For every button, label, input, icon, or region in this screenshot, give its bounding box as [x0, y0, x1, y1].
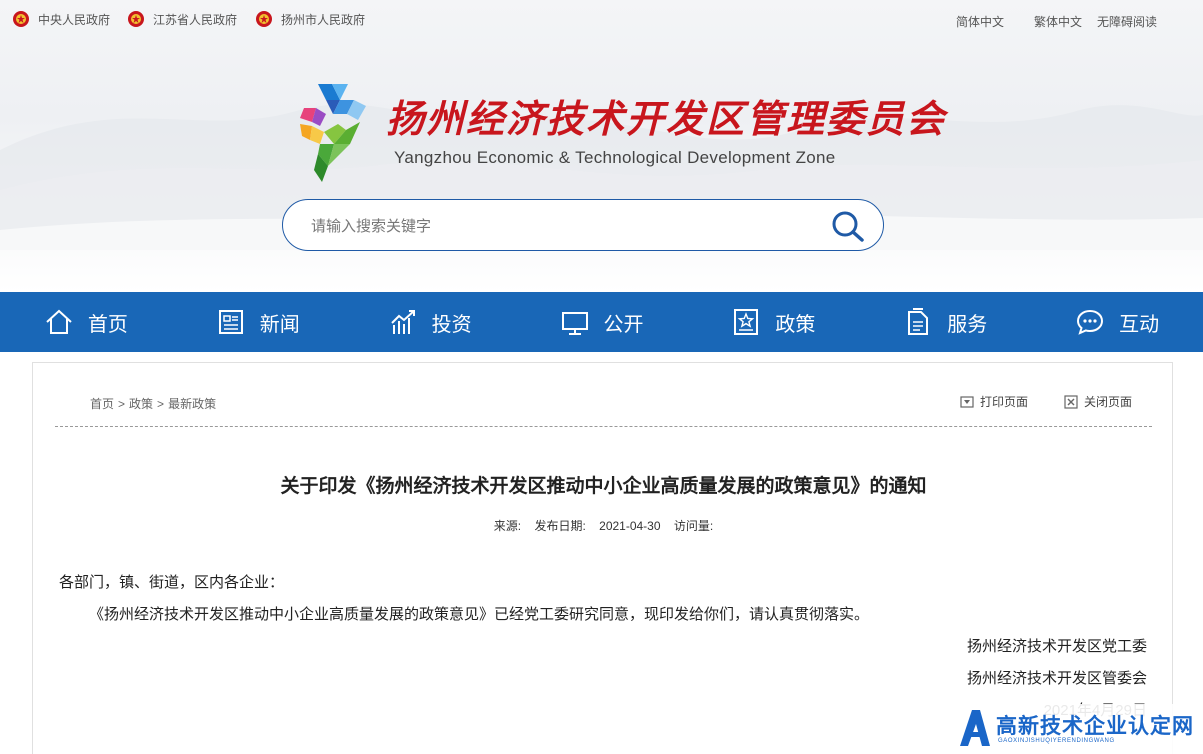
accessible-reading[interactable]: 无障碍阅读	[1097, 13, 1157, 30]
nav-item-news[interactable]: 新闻	[172, 292, 344, 352]
nav-item-interaction[interactable]: 互动	[1031, 292, 1203, 352]
article-title: 关于印发《扬州经济技术开发区推动中小企业高质量发展的政策意见》的通知	[280, 476, 927, 497]
breadcrumb-home[interactable]: 首页	[90, 397, 114, 411]
logo-chinese-name: 扬州经济技术开发区管理委员会	[386, 96, 947, 141]
breadcrumb-latest-policy[interactable]: 最新政策	[168, 397, 216, 411]
nav-label: 政策	[775, 313, 816, 336]
close-page-label: 关闭页面	[1083, 395, 1132, 409]
views-label: 访问量:	[673, 519, 714, 533]
article-meta: 来源: 发布日期: 2021-04-30 访问量:	[33, 517, 1174, 534]
gov-link-label: 中央人民政府	[38, 12, 111, 27]
print-page-button[interactable]: 打印页面	[960, 393, 1028, 410]
watermark-text: 高新技术企业认定网	[996, 715, 1194, 738]
watermark-subtext: GAOXINJISHUQIYERENDINGWANG	[998, 738, 1115, 744]
search-bar	[282, 199, 884, 251]
nav-label: 服务	[947, 313, 988, 336]
article-paragraph: 《扬州经济技术开发区推动中小企业高质量发展的政策意见》已经党工委研究同意，现印发…	[89, 606, 870, 623]
nav-item-service[interactable]: 服务	[859, 292, 1031, 352]
gov-link-yangzhou[interactable]: 扬州市人民政府	[255, 10, 365, 28]
breadcrumb: 首页 > 政策 > 最新政策	[90, 395, 216, 412]
breadcrumb-separator: >	[118, 397, 126, 411]
nav-label: 首页	[87, 313, 128, 336]
national-emblem-icon	[256, 11, 272, 27]
chat-bubble-icon	[1077, 309, 1104, 335]
date-label: 发布日期:	[534, 519, 586, 533]
search-icon[interactable]	[831, 210, 865, 242]
policy-star-icon	[734, 309, 759, 335]
print-page-label: 打印页面	[979, 395, 1028, 409]
nav-item-home[interactable]: 首页	[0, 292, 172, 352]
close-icon	[1064, 394, 1078, 409]
national-emblem-icon	[128, 11, 144, 27]
watermark-logo-icon	[960, 710, 990, 746]
monitor-icon	[561, 312, 588, 335]
close-page-button[interactable]: 关闭页面	[1064, 393, 1132, 410]
nav-label: 新闻	[259, 313, 300, 336]
page-tools: 打印页面 关闭页面	[960, 393, 1132, 410]
logo-english-name: Yangzhou Economic & Technological Develo…	[394, 148, 836, 167]
dashed-divider	[55, 426, 1152, 427]
news-icon	[218, 310, 243, 334]
gov-link-jiangsu[interactable]: 江苏省人民政府	[127, 10, 237, 28]
signer-management-committee: 扬州经济技术开发区管委会	[966, 670, 1147, 687]
national-emblem-icon	[13, 11, 29, 27]
breadcrumb-separator: >	[157, 397, 165, 411]
site-logo[interactable]: 扬州经济技术开发区管理委员会 Yangzhou Economic & Techn…	[298, 82, 944, 186]
main-nav: 首页 新闻 投资 公开 政策 服务 互动	[0, 292, 1203, 352]
nav-item-investment[interactable]: 投资	[344, 292, 516, 352]
print-icon	[960, 395, 974, 408]
top-bar: 中央人民政府 江苏省人民政府 扬州市人民政府 简体中文 繁体中文 无障碍阅读	[0, 0, 1203, 40]
nav-label: 投资	[431, 313, 472, 336]
nav-label: 公开	[603, 313, 644, 336]
gov-link-central[interactable]: 中央人民政府	[12, 10, 110, 28]
nav-item-policy[interactable]: 政策	[687, 292, 859, 352]
logo-mark-icon	[300, 84, 366, 182]
publish-date: 2021-04-30	[599, 519, 661, 533]
gov-link-label: 江苏省人民政府	[153, 12, 238, 27]
lang-traditional[interactable]: 繁体中文	[1034, 13, 1082, 30]
investment-chart-icon	[390, 310, 415, 334]
breadcrumb-policy[interactable]: 政策	[129, 397, 153, 411]
article-container: 首页 > 政策 > 最新政策 打印页面 关闭页面 关于印发《扬州经济技术开发区推动中小企…	[32, 362, 1173, 754]
nav-item-public[interactable]: 公开	[516, 292, 688, 352]
signer-party-committee: 扬州经济技术开发区党工委	[966, 638, 1147, 655]
source-label: 来源:	[493, 519, 522, 533]
home-icon	[46, 309, 72, 334]
article-salutation: 各部门，镇、街道，区内各企业：	[59, 574, 285, 591]
gov-link-label: 扬州市人民政府	[281, 12, 366, 27]
document-service-icon	[908, 308, 929, 335]
site-watermark: 高新技术企业认定网 GAOXINJISHUQIYERENDINGWANG	[956, 704, 1203, 754]
search-input[interactable]	[311, 212, 811, 240]
lang-simplified[interactable]: 简体中文	[956, 13, 1004, 30]
nav-label: 互动	[1119, 313, 1160, 336]
